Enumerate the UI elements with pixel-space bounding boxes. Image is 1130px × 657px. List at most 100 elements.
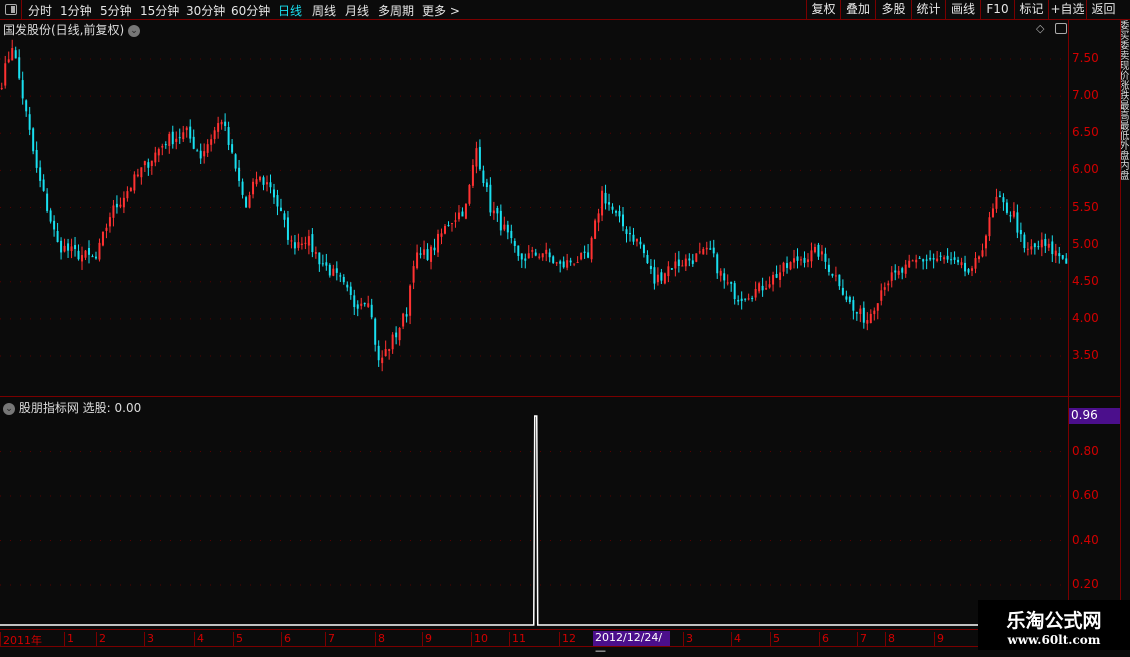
candle-body [53,220,56,230]
candle-body [984,235,987,249]
candle-body [269,182,272,188]
candle-body [684,258,687,267]
candle-body [252,181,255,195]
candle-body [416,252,419,269]
candle-body [150,160,153,167]
candle-body [297,242,300,248]
candle-body [182,132,185,140]
candle-body [998,195,1001,197]
price-tick-label: 6.50 [1072,125,1099,140]
candle-body [894,270,897,273]
candle-body [943,257,946,260]
candle-body [754,289,757,298]
candle-body [321,263,324,265]
date-tick-label: 9 [422,632,432,646]
candle-body [300,243,303,245]
candle-body [63,245,66,252]
candle-body [328,264,331,276]
candle-body [25,100,28,112]
price-tick-label: 5.00 [1072,236,1099,251]
candle-body [377,345,380,361]
candle-body [1054,250,1057,256]
candle-body [988,217,991,237]
candle-body [698,251,701,253]
candle-body [266,182,268,185]
candle-body [1002,197,1005,203]
candle-body [1012,210,1015,217]
candle-body [545,249,548,254]
candle-body [793,258,796,263]
indicator-signal-line [0,415,978,626]
watermark-logo: 乐淘公式网 www.60lt.com [978,600,1130,650]
candle-body [737,299,740,302]
quote-sidebar[interactable]: 委买委卖现价涨跌最高最低外盘内盘 [1120,20,1130,396]
candle-body [887,283,890,286]
candle-body [639,241,642,245]
candle-body [189,126,192,139]
candlestick-chart[interactable] [0,0,1130,650]
candle-body [122,197,125,208]
candle-body [618,211,621,217]
candle-body [936,258,939,262]
date-tick-label: 4 [731,632,741,646]
candle-body [157,149,160,156]
candle-body [279,207,282,211]
candle-body [210,139,213,145]
candle-body [538,256,541,258]
candle-body [423,249,426,255]
candle-body [227,127,230,145]
candle-body [981,250,984,257]
candle-body [307,236,310,246]
candle-body [286,217,289,240]
candle-body [471,165,474,186]
candle-body [1016,212,1019,233]
candle-body [964,262,967,272]
candle-body [831,273,834,276]
candle-body [175,138,178,142]
candle-body [576,261,579,263]
candle-body [276,195,279,207]
candle-body [388,349,391,351]
candle-body [133,174,136,191]
candle-body [496,207,499,214]
candle-body [238,167,241,181]
candle-body [911,260,914,262]
candle-body [758,283,761,292]
candle-body [649,265,652,270]
candle-body [566,260,569,268]
candle-body [499,210,502,231]
candle-body [716,254,719,274]
date-tick-label: 9 [934,632,944,646]
candle-body [11,48,14,61]
candle-body [1047,243,1050,248]
candle-body [569,260,572,263]
indicator-tick-label: 0.20 [1072,577,1099,591]
candle-body [925,259,928,261]
candle-body [1023,234,1026,249]
price-tick-label: 3.50 [1072,348,1099,362]
candle-body [740,298,743,301]
candle-body [67,243,70,251]
date-tick-label: 1 [64,632,74,646]
candle-body [475,148,478,167]
candle-body [1040,239,1043,248]
candle-body [611,206,614,210]
candle-body [478,147,481,170]
date-tick-label: 5 [770,632,780,646]
candle-body [108,217,111,227]
candle-body [433,247,436,251]
indicator-title: ⌄ 股朋指标网 选股: 0.00 [3,399,141,416]
candle-body [98,242,101,260]
candle-body [726,282,729,284]
candle-body [642,245,645,254]
candle-body [915,259,918,263]
price-tick-label: 7.50 [1072,51,1099,65]
candle-body [691,260,694,264]
chevron-down-icon[interactable]: ⌄ [3,402,15,415]
candle-body [1065,258,1068,264]
date-tick-label: 7 [325,632,335,646]
candle-body [101,231,104,246]
date-tick-label: 4 [194,632,204,646]
price-tick-label: 4.00 [1072,310,1099,325]
candle-body [555,262,558,264]
